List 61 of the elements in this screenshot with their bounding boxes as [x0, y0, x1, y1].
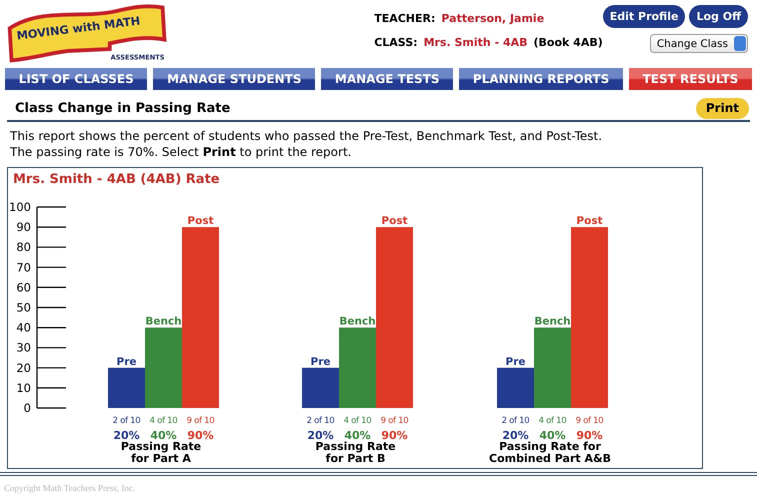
- count-label: 4 of 10: [344, 416, 372, 426]
- count-label: 2 of 10: [502, 416, 530, 426]
- axis-tick-label: 0: [24, 401, 31, 415]
- axis-tick-label: 90: [16, 220, 31, 234]
- teacher-name: Patterson, Jamie: [441, 12, 544, 24]
- class-select[interactable]: Change Class: [650, 34, 748, 53]
- category-label: Passing Rate for Combined Part A&B: [488, 441, 612, 465]
- print-button[interactable]: Print: [696, 98, 749, 118]
- report-title: Mrs. Smith - 4AB (4AB) Rate: [13, 172, 220, 187]
- count-label: 4 of 10: [150, 416, 178, 426]
- percent-label: 40%: [539, 429, 566, 441]
- count-label: 4 of 10: [538, 416, 566, 426]
- axis-tick-label: 30: [16, 340, 31, 355]
- category-label: Passing Rate for Part A: [120, 441, 202, 465]
- count-label: 9 of 10: [186, 416, 214, 426]
- count-label: 2 of 10: [112, 416, 140, 426]
- axis-tick-label: 20: [16, 360, 31, 375]
- bar-label: Post: [576, 215, 603, 228]
- nav-tab[interactable]: MANAGE TESTS: [321, 68, 454, 90]
- page-title: Class Change in Passing Rate: [15, 100, 230, 116]
- percent-label: 90%: [381, 429, 408, 441]
- count-label: 9 of 10: [380, 416, 408, 426]
- percent-label: 20%: [502, 429, 529, 441]
- bar-label: Bench: [339, 316, 376, 328]
- description-text: The passing rate is 70%. Select Print to print the report.: [10, 144, 352, 160]
- header-button[interactable]: Log Off: [689, 5, 748, 28]
- bar-label: Pre: [116, 356, 136, 368]
- axis-tick-label: 80: [16, 240, 31, 254]
- percent-label: 90%: [576, 429, 603, 441]
- teacher-label: TEACHER:: [374, 12, 436, 24]
- description-text: This report shows the percent of students who passed the Pre-Test, Benchmark Test, and Post-Test.: [10, 128, 604, 144]
- nav-tab[interactable]: TEST RESULTS: [628, 68, 752, 90]
- category-label: Passing Rate for Part B: [314, 441, 397, 465]
- logo-text: MOVING with MATH: [16, 14, 141, 43]
- count-label: 2 of 10: [306, 416, 334, 426]
- count-label: 9 of 10: [576, 416, 604, 426]
- bar-label: Post: [381, 215, 408, 228]
- class-label: CLASS:: [374, 36, 418, 48]
- bar-label: Post: [187, 215, 214, 228]
- bar-label: Pre: [506, 356, 526, 368]
- percent-label: 20%: [307, 429, 334, 441]
- book-name: (Book 4AB): [534, 36, 603, 48]
- percent-label: 40%: [150, 429, 177, 441]
- axis-tick-label: 100: [9, 200, 31, 214]
- axis-tick-label: 70: [16, 260, 31, 274]
- nav-tab[interactable]: MANAGE STUDENTS: [153, 68, 316, 90]
- axis-tick-label: 40: [16, 320, 31, 335]
- header-button[interactable]: Edit Profile: [602, 5, 686, 28]
- bar-label: Pre: [310, 356, 330, 368]
- nav-tab[interactable]: PLANNING REPORTS: [459, 68, 623, 90]
- axis-tick-label: 50: [16, 300, 31, 314]
- nav-tab[interactable]: LIST OF CLASSES: [5, 68, 148, 90]
- bar-label: Bench: [145, 316, 182, 328]
- axis-tick-label: 10: [16, 380, 31, 395]
- bar-label: Bench: [534, 316, 571, 328]
- copyright-text: Copyright Math Teachers Press, Inc.: [4, 483, 136, 493]
- class-name: Mrs. Smith - 4AB: [424, 36, 528, 48]
- axis-tick-label: 60: [16, 280, 31, 294]
- percent-label: 20%: [113, 429, 140, 441]
- percent-label: 90%: [187, 429, 214, 441]
- percent-label: 40%: [344, 429, 371, 441]
